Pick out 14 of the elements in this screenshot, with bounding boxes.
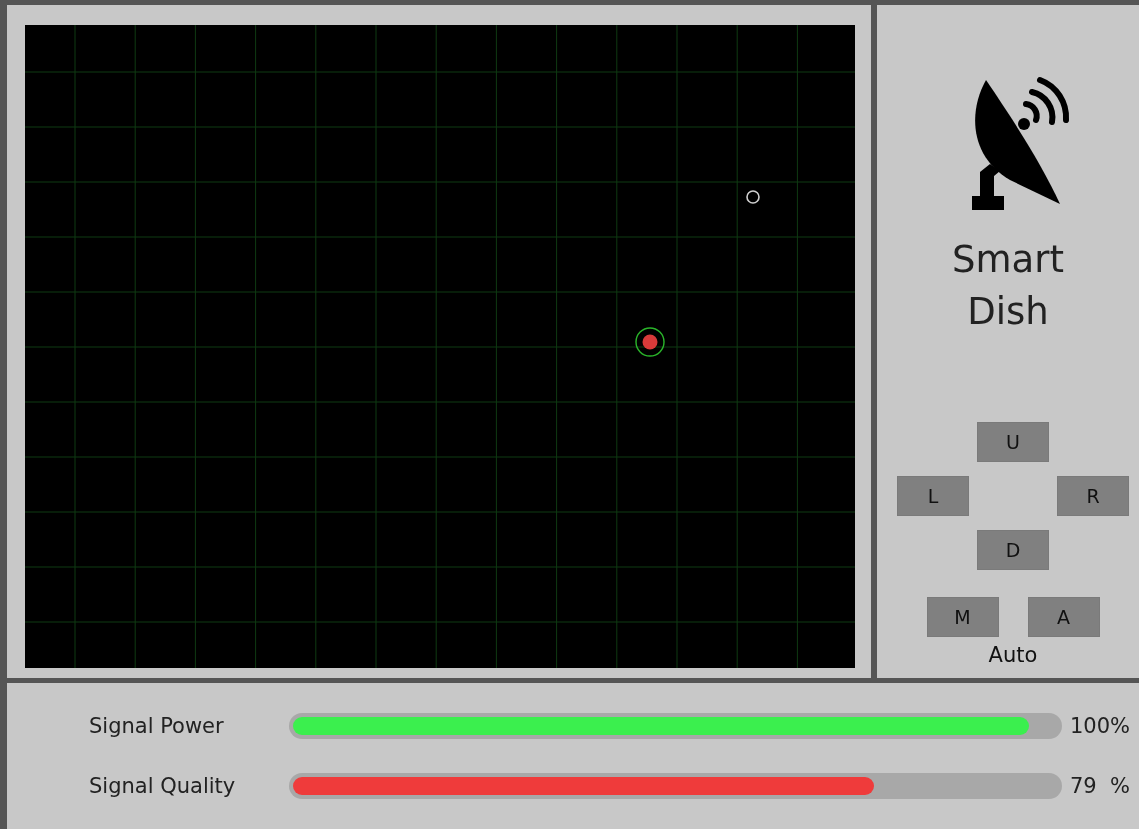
mode-status: Auto <box>988 643 1038 667</box>
meter-label: Signal Quality <box>89 774 237 798</box>
mode-button[interactable]: A <box>1027 597 1100 637</box>
mode-button[interactable]: M <box>926 597 999 637</box>
meter-reading: 79 % <box>1070 774 1131 798</box>
direction-button[interactable]: U <box>977 422 1049 462</box>
position-marker <box>635 327 665 357</box>
direction-button[interactable]: R <box>1057 476 1129 516</box>
app-title: Smart Dish <box>951 237 1065 335</box>
direction-button[interactable]: D <box>977 530 1049 570</box>
direction-button[interactable]: L <box>897 476 969 516</box>
meter-reading: 100% <box>1070 714 1131 738</box>
meter-label: Signal Power <box>89 714 225 738</box>
target-marker <box>746 190 760 204</box>
